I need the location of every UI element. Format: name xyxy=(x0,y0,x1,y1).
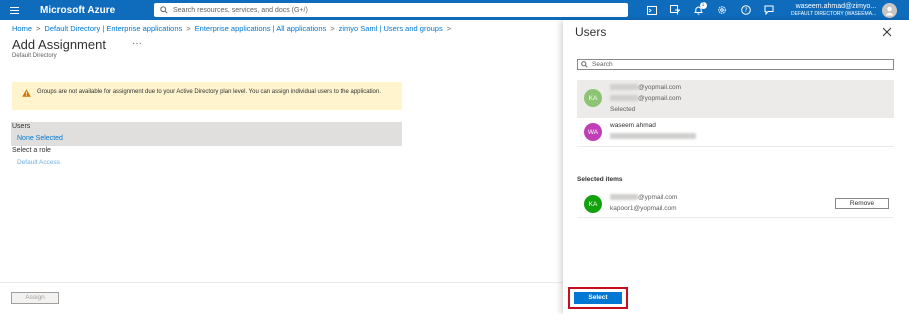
directory-filter-icon[interactable] xyxy=(664,0,688,20)
page-title: Add Assignment xyxy=(12,37,106,52)
warning-banner: Groups are not available for assignment … xyxy=(12,82,402,110)
assign-button[interactable]: Assign xyxy=(11,292,59,304)
breadcrumb-separator: > xyxy=(186,24,191,33)
search-placeholder: Search resources, services, and docs (G+… xyxy=(173,6,308,14)
top-bar: Microsoft Azure Search resources, servic… xyxy=(0,0,909,20)
avatar: KA xyxy=(584,195,602,213)
notifications-bell-icon[interactable]: 1 xyxy=(687,0,711,20)
help-question-icon[interactable]: ? xyxy=(734,0,758,20)
notification-badge: 1 xyxy=(699,2,707,9)
user-email xyxy=(610,133,696,140)
account-user: waseem.ahmad@zimyo... xyxy=(795,3,877,10)
selected-email-1: @ypmail.com xyxy=(610,194,677,201)
user-result-row[interactable]: WA waseem ahmad xyxy=(577,118,894,147)
breadcrumb-separator: > xyxy=(36,24,41,33)
account-menu[interactable]: waseem.ahmad@zimyo... DEFAULT DIRECTORY … xyxy=(791,3,876,17)
selected-items-title: Selected items xyxy=(577,176,623,183)
user-avatar-icon[interactable] xyxy=(882,2,898,18)
user-email-2: @yopmail.com xyxy=(610,95,681,102)
breadcrumb-enterprise-apps[interactable]: Default Directory | Enterprise applicati… xyxy=(44,24,182,33)
user-result-row[interactable]: KA @yopmail.com @yopmail.com Selected xyxy=(577,80,894,118)
selected-status: Selected xyxy=(610,106,636,113)
brand-name[interactable]: Microsoft Azure xyxy=(40,5,154,16)
users-none-selected-link[interactable]: None Selected xyxy=(17,135,63,142)
feedback-icon[interactable] xyxy=(758,0,782,20)
search-icon xyxy=(160,6,168,14)
remove-button[interactable]: Remove xyxy=(835,198,889,209)
cloud-shell-icon[interactable] xyxy=(640,0,664,20)
more-options-icon[interactable]: ··· xyxy=(132,38,142,49)
panel-title: Users xyxy=(575,25,607,39)
hamburger-menu-icon[interactable] xyxy=(0,0,28,20)
redacted-text xyxy=(610,133,696,140)
users-panel: Users Search KA @yopmail.com @yopmail.co… xyxy=(563,20,909,314)
page-subtitle: Default Directory xyxy=(12,53,57,59)
search-icon xyxy=(581,61,588,68)
settings-gear-icon[interactable] xyxy=(711,0,735,20)
role-label: Select a role xyxy=(12,147,51,154)
breadcrumb-home[interactable]: Home xyxy=(12,24,32,33)
redacted-text xyxy=(610,95,638,102)
footer-divider xyxy=(0,282,563,283)
users-label: Users xyxy=(12,123,31,130)
redacted-text xyxy=(610,84,638,91)
role-default-access-link[interactable]: Default Access xyxy=(17,159,60,166)
search-placeholder: Search xyxy=(592,61,613,68)
warning-text: Groups are not available for assignment … xyxy=(37,89,381,95)
user-search-input[interactable]: Search xyxy=(577,59,894,70)
avatar: WA xyxy=(584,123,602,141)
account-directory: DEFAULT DIRECTORY (WASEEMA... xyxy=(791,11,877,17)
redacted-text xyxy=(610,194,638,201)
avatar: KA xyxy=(584,89,602,107)
breadcrumb-separator: > xyxy=(330,24,335,33)
select-button[interactable]: Select xyxy=(574,292,622,304)
user-name: waseem ahmad xyxy=(610,122,656,129)
breadcrumb-users-and-groups[interactable]: zimyo Saml | Users and groups xyxy=(339,24,443,33)
users-selector[interactable]: Users None Selected xyxy=(11,122,402,146)
close-icon[interactable] xyxy=(882,27,892,37)
breadcrumb-all-applications[interactable]: Enterprise applications | All applicatio… xyxy=(195,24,327,33)
breadcrumb-separator: > xyxy=(446,24,452,33)
selected-email-2: kapoor1@yopmail.com xyxy=(610,205,677,212)
svg-text:?: ? xyxy=(744,7,747,14)
user-email-1: @yopmail.com xyxy=(610,84,681,91)
breadcrumb: Home > Default Directory | Enterprise appl… xyxy=(12,24,455,33)
global-search-input[interactable]: Search resources, services, and docs (G+… xyxy=(154,3,628,17)
warning-triangle-icon xyxy=(22,89,31,97)
